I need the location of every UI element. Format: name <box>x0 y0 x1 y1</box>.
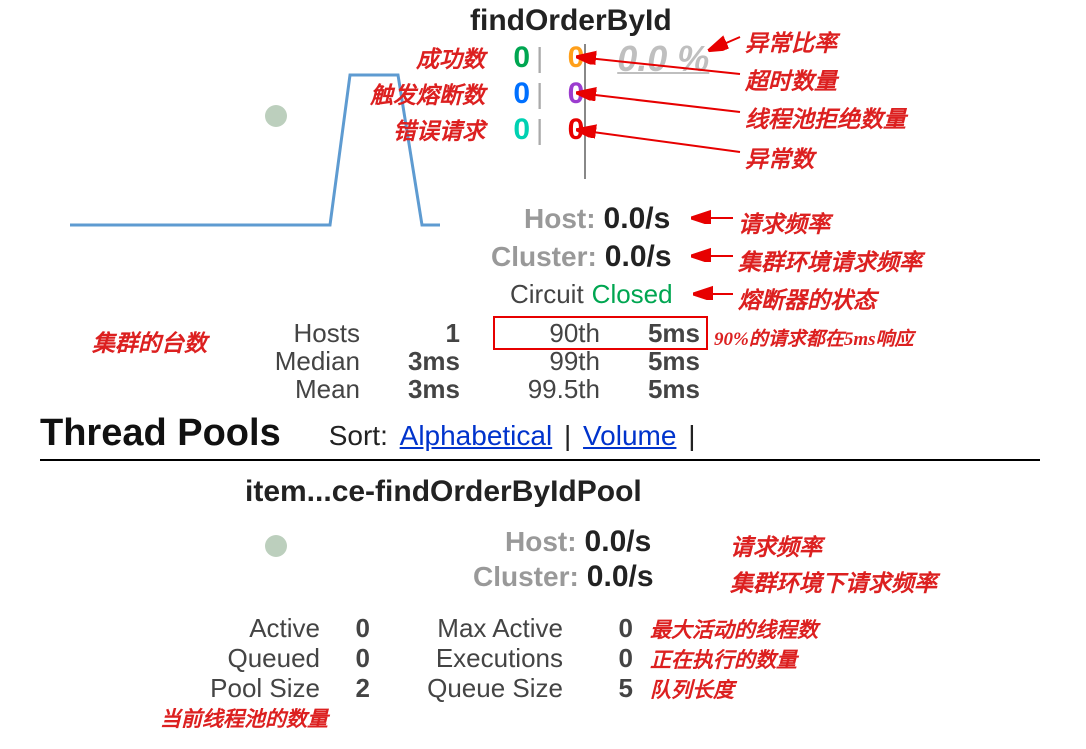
count-rejected: 0 <box>549 77 584 111</box>
active-value: 0 <box>320 613 370 643</box>
pool-stats-left: Active0 Queued0 Pool Size2 <box>190 613 370 703</box>
mean-label: Mean <box>255 374 360 402</box>
ann-rejected: 线程池拒绝数量 <box>745 100 906 134</box>
count-timeout: 0 <box>549 41 584 75</box>
queuesize-label: Queue Size <box>398 673 563 703</box>
count-failure: 0 <box>549 113 584 147</box>
ann-pool-host: 请求频率 <box>730 528 822 562</box>
poolsize-value: 2 <box>320 673 370 703</box>
cluster-rate: Cluster: 0.0/s <box>491 240 672 274</box>
hosts-label: Hosts <box>255 318 360 346</box>
ann-success: 成功数 <box>350 40 485 74</box>
queued-value: 0 <box>320 643 370 673</box>
vertical-separator <box>584 44 586 179</box>
circuit-label: Circuit <box>510 279 584 310</box>
ann-queuesize: 队列长度 <box>650 674 734 704</box>
counter-grid: 成功数 0 | 0 0.0 % 触发熔断数 0 | 0 错误请求 0 | 0 <box>350 40 584 148</box>
ann-short-circuited: 触发熔断数 <box>350 76 485 110</box>
count-success: 0 <box>495 41 530 75</box>
pool-host-label: Host: <box>505 526 577 558</box>
error-percentage: 0.0 % <box>617 38 709 80</box>
thread-pools-header: Thread Pools Sort: Alphabetical | Volume… <box>40 412 1040 461</box>
p995-value: 5ms <box>600 374 700 402</box>
median-label: Median <box>255 346 360 374</box>
sort-alphabetical-link[interactable]: Alphabetical <box>400 420 553 451</box>
cluster-rate-value: 0.0/s <box>605 240 672 274</box>
ann-cluster-rate: 集群环境请求频率 <box>738 243 922 277</box>
p99-label: 99th <box>505 346 600 374</box>
ann-pool-cluster: 集群环境下请求频率 <box>730 564 937 598</box>
active-label: Active <box>190 613 320 643</box>
queued-label: Queued <box>190 643 320 673</box>
host-rate-value: 0.0/s <box>604 202 671 236</box>
pool-cluster-rate: Cluster: 0.0/s <box>473 560 654 594</box>
ann-maxactive: 最大活动的线程数 <box>650 614 818 644</box>
ann-host-rate: 请求频率 <box>738 205 830 239</box>
ann-error-rate: 异常比率 <box>745 24 837 58</box>
circuit-state: Circuit Closed <box>510 279 673 310</box>
p90-highlight-box <box>493 316 708 350</box>
poolsize-label: Pool Size <box>190 673 320 703</box>
hosts-value: 1 <box>360 318 460 346</box>
ann-cluster-count: 集群的台数 <box>92 324 207 358</box>
pool-volume-dot <box>265 535 287 557</box>
mean-value: 3ms <box>360 374 460 402</box>
count-bad-request: 0 <box>495 113 530 147</box>
host-rate-label: Host: <box>524 203 596 235</box>
pool-stats-right: Max Active0 Executions0 Queue Size5 <box>398 613 633 703</box>
ann-bad-request: 错误请求 <box>350 112 485 146</box>
pool-name: item...ce-findOrderByIdPool <box>245 475 642 509</box>
maxactive-label: Max Active <box>398 613 563 643</box>
median-value: 3ms <box>360 346 460 374</box>
thread-pools-title: Thread Pools <box>40 412 281 455</box>
maxactive-value: 0 <box>563 613 633 643</box>
pool-cluster-label: Cluster: <box>473 561 579 593</box>
queuesize-value: 5 <box>563 673 633 703</box>
command-title: findOrderById <box>470 4 672 38</box>
ann-circuit: 熔断器的状态 <box>738 281 876 315</box>
sort-label: Sort: <box>329 420 388 451</box>
p995-label: 99.5th <box>505 374 600 402</box>
p99-value: 5ms <box>600 346 700 374</box>
pool-host-value: 0.0/s <box>585 525 652 559</box>
pool-cluster-value: 0.0/s <box>587 560 654 594</box>
host-rate: Host: 0.0/s <box>524 202 670 236</box>
executions-value: 0 <box>563 643 633 673</box>
pool-host-rate: Host: 0.0/s <box>505 525 651 559</box>
executions-label: Executions <box>398 643 563 673</box>
ann-timeout: 超时数量 <box>745 62 837 96</box>
count-short-circuited: 0 <box>495 77 530 111</box>
cluster-rate-label: Cluster: <box>491 241 597 273</box>
traffic-volume-dot <box>265 105 287 127</box>
ann-poolsize: 当前线程池的数量 <box>160 703 328 733</box>
ann-executions: 正在执行的数量 <box>650 644 797 674</box>
ann-p90: 90%的请求都在5ms响应 <box>714 324 914 351</box>
circuit-value: Closed <box>592 279 673 310</box>
sort-volume-link[interactable]: Volume <box>583 420 676 451</box>
latency-stats-left: Hosts1 Median3ms Mean3ms <box>255 318 460 402</box>
ann-failure: 异常数 <box>745 140 814 174</box>
